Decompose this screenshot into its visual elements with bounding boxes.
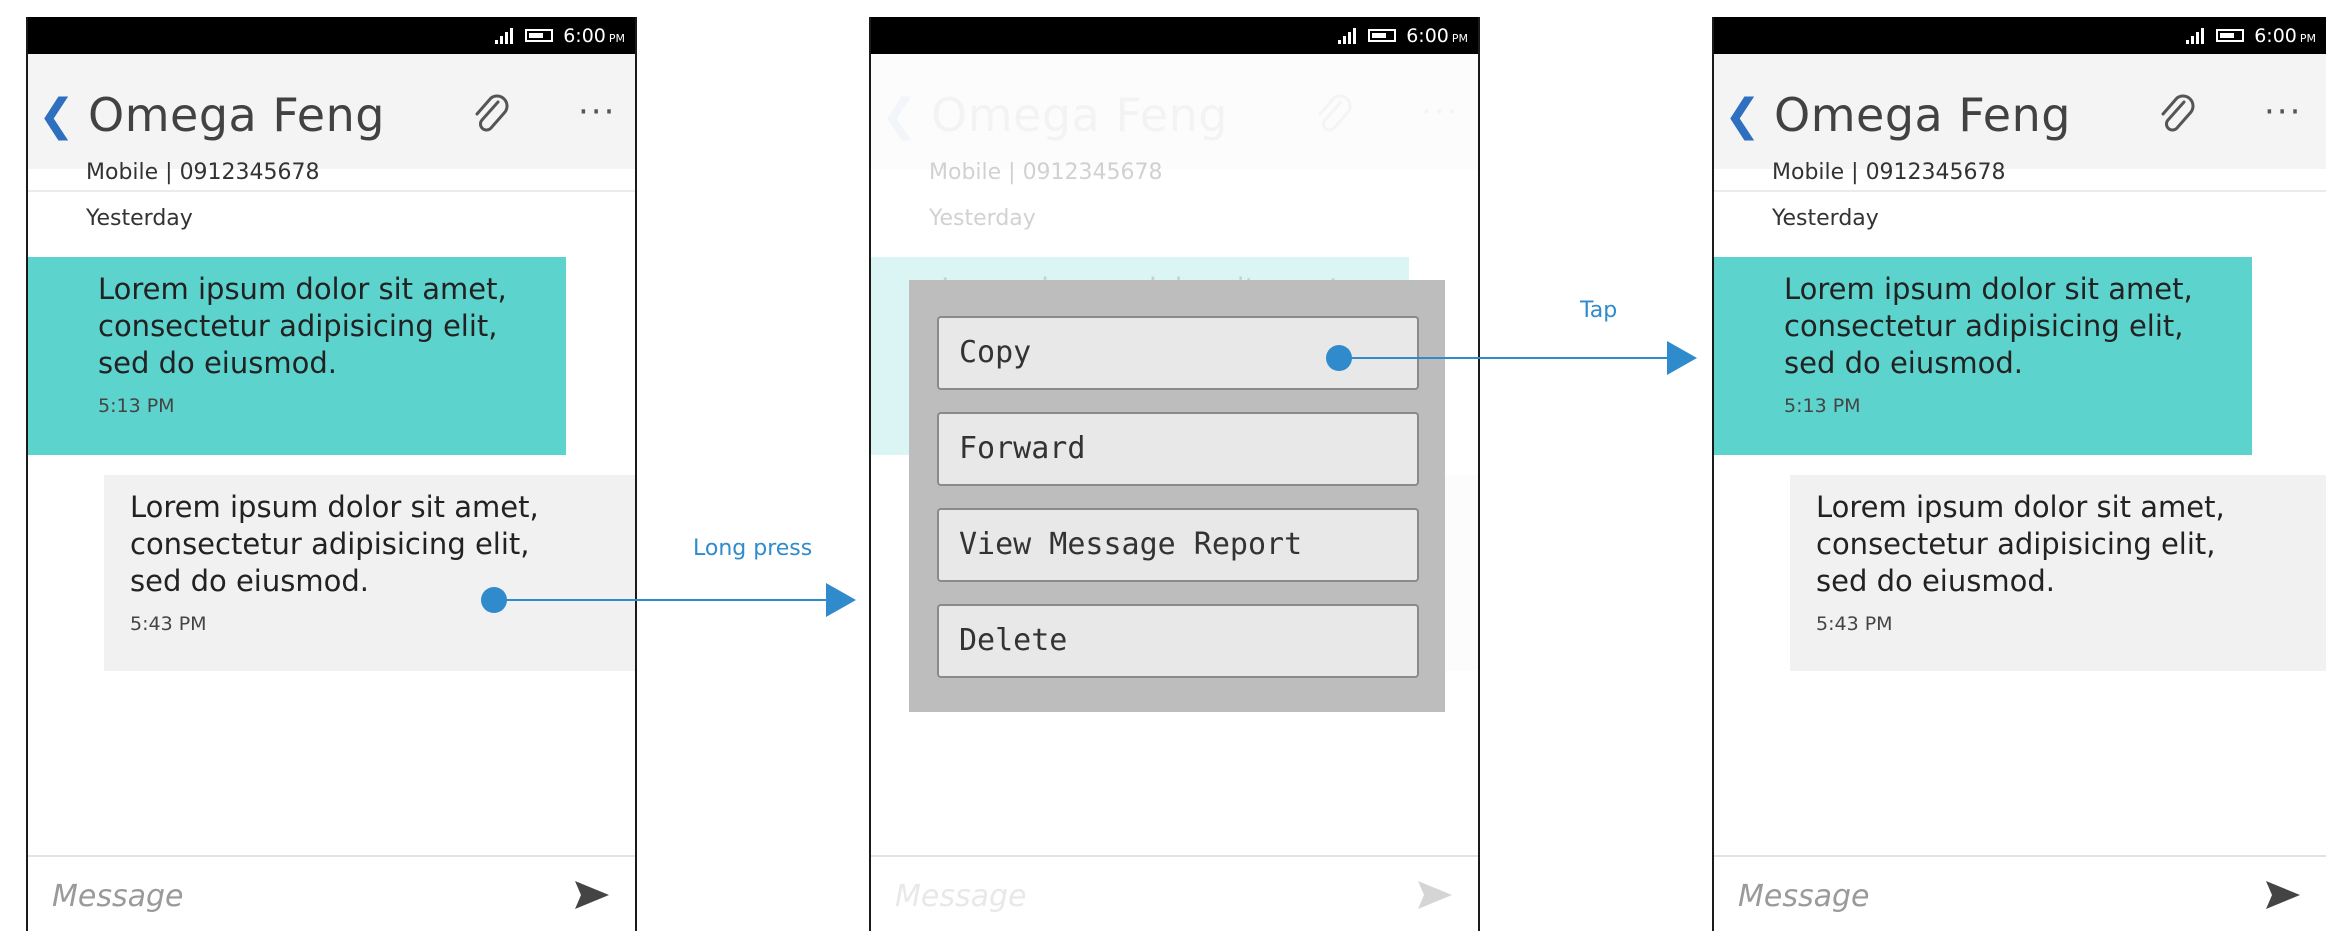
send-icon[interactable] (2264, 879, 2302, 911)
sent-message-bubble[interactable]: Lorem ipsum dolor sit amet, consectetur … (28, 257, 566, 455)
battery-icon (525, 29, 554, 42)
message-composer[interactable]: Message (28, 855, 635, 931)
message-text: Lorem ipsum dolor sit amet, consectetur … (1816, 490, 2225, 598)
contact-info: Mobile | 0912345678 (929, 160, 1163, 185)
message-input[interactable]: Message (52, 879, 183, 914)
conversation-header: ❮ Omega Feng ··· (1714, 54, 2326, 169)
received-message-bubble[interactable]: Lorem ipsum dolor sit amet, consectetur … (104, 475, 635, 671)
long-press-arrow-head (826, 583, 856, 617)
chevron-left-icon[interactable]: ❮ (38, 94, 78, 138)
date-label: Yesterday (1772, 206, 1879, 231)
tap-label: Tap (1580, 298, 1618, 323)
paperclip-icon[interactable] (2154, 92, 2200, 138)
contact-info: Mobile | 0912345678 (86, 160, 320, 185)
signal-icon (495, 27, 514, 44)
contact-name: Omega Feng (931, 88, 1228, 142)
chevron-left-icon[interactable]: ❮ (881, 94, 921, 138)
long-press-label: Long press (693, 536, 813, 561)
sent-message-bubble[interactable]: Lorem ipsum dolor sit amet, consectetur … (1714, 257, 2252, 455)
conversation-header: ❮ Omega Feng ··· (871, 54, 1478, 169)
signal-icon (2186, 27, 2205, 44)
message-time: 5:43 PM (130, 613, 207, 635)
date-label: Yesterday (86, 206, 193, 231)
contact-name: Omega Feng (88, 88, 385, 142)
header-divider (28, 190, 635, 192)
status-bar: 6:00 PM (871, 17, 1478, 54)
long-press-arrow-line (494, 599, 830, 601)
more-dots-icon[interactable]: ··· (578, 92, 616, 132)
tap-arrow-line (1339, 357, 1671, 359)
message-text: Lorem ipsum dolor sit amet, consectetur … (1784, 272, 2193, 380)
header-divider (1714, 190, 2326, 192)
screen-context-menu: 6:00PM ❮ Omega Feng ··· Mobile | 0912345… (869, 17, 1480, 931)
contact-name: Omega Feng (1774, 88, 2071, 142)
menu-item-forward[interactable]: Forward (937, 412, 1419, 486)
message-time: 5:13 PM (1784, 395, 1861, 417)
status-time: 6:00 PM (1406, 24, 1468, 47)
menu-item-delete[interactable]: Delete (937, 604, 1419, 678)
conversation-header: ❮ Omega Feng ··· (28, 54, 635, 169)
paperclip-icon[interactable] (468, 92, 514, 138)
received-message-bubble[interactable]: Lorem ipsum dolor sit amet, consectetur … (1790, 475, 2326, 671)
send-icon[interactable] (1416, 879, 1454, 911)
contact-info: Mobile | 0912345678 (1772, 160, 2006, 185)
message-text: Lorem ipsum dolor sit amet, consectetur … (98, 272, 507, 380)
message-composer[interactable]: Message (1714, 855, 2326, 931)
status-time: 6:00 PM (2254, 24, 2316, 47)
signal-icon (1338, 27, 1357, 44)
context-menu: Copy Forward View Message Report Delete (909, 280, 1445, 712)
paperclip-icon[interactable] (1311, 92, 1357, 138)
message-text: Lorem ipsum dolor sit amet, consectetur … (130, 490, 539, 598)
chevron-left-icon[interactable]: ❮ (1724, 94, 1764, 138)
status-time: 6:00 PM (563, 24, 625, 47)
message-input[interactable]: Message (895, 879, 1026, 914)
message-composer[interactable]: Message (871, 855, 1478, 931)
battery-icon (1368, 29, 1397, 42)
menu-item-view-message-report[interactable]: View Message Report (937, 508, 1419, 582)
tap-arrow-head (1667, 341, 1697, 375)
more-dots-icon[interactable]: ··· (1421, 92, 1459, 132)
date-label: Yesterday (929, 206, 1036, 231)
screen-conversation-before: 6:00 PM ❮ Omega Feng ··· Mobile | 0912345… (26, 17, 637, 931)
more-dots-icon[interactable]: ··· (2264, 92, 2302, 132)
send-icon[interactable] (573, 879, 611, 911)
message-input[interactable]: Message (1738, 879, 1869, 914)
status-bar: 6:00 PM (28, 17, 635, 54)
battery-icon (2216, 29, 2245, 42)
message-time: 5:43 PM (1816, 613, 1893, 635)
status-bar: 6:00 PM (1714, 17, 2326, 54)
message-time: 5:13 PM (98, 395, 175, 417)
screen-conversation-after: 6:00 PM ❮ Omega Feng ··· Mobile | 0912345… (1712, 17, 2326, 931)
